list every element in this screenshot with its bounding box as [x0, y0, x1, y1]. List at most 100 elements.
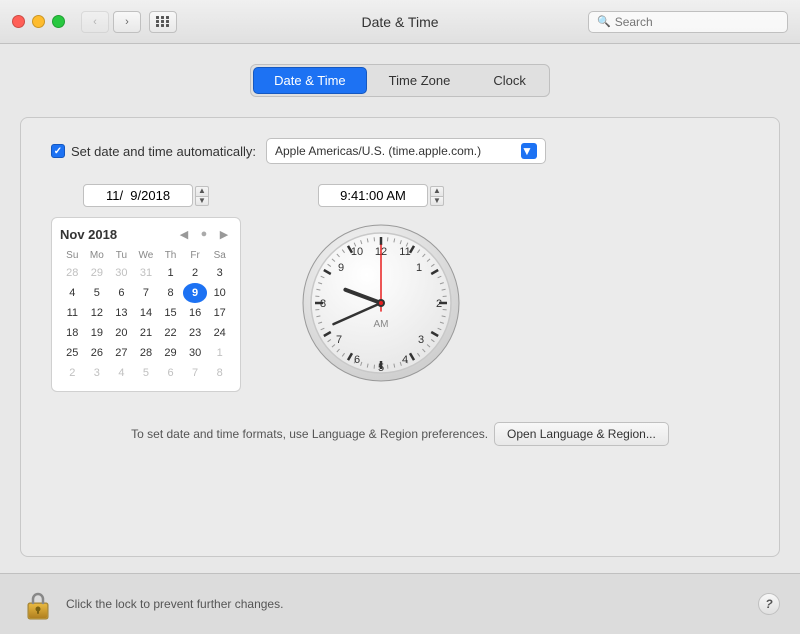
calendar-day[interactable]: 28 [134, 343, 159, 363]
calendar-weekday: Mo [85, 248, 110, 263]
calendar-day[interactable]: 26 [85, 343, 110, 363]
calendar-day[interactable]: 12 [85, 303, 110, 323]
time-increment-button[interactable]: ▲ [430, 186, 444, 196]
window-title: Date & Time [361, 14, 438, 30]
auto-time-checkbox-label: Set date and time automatically: [51, 144, 256, 159]
calendar-day[interactable]: 2 [183, 263, 208, 283]
search-input[interactable] [615, 15, 779, 29]
date-decrement-button[interactable]: ▼ [195, 196, 209, 206]
calendar-day[interactable]: 7 [183, 363, 208, 383]
time-decrement-button[interactable]: ▼ [430, 196, 444, 206]
calendar-day[interactable]: 11 [60, 303, 85, 323]
tab-date-time[interactable]: Date & Time [253, 67, 367, 94]
minimize-button[interactable] [32, 15, 45, 28]
calendar-day[interactable]: 27 [109, 343, 134, 363]
calendar-day[interactable]: 24 [207, 323, 232, 343]
calendar-day[interactable]: 7 [134, 283, 159, 303]
tab-clock[interactable]: Clock [472, 67, 547, 94]
calendar-day[interactable]: 28 [60, 263, 85, 283]
svg-text:10: 10 [351, 246, 363, 258]
calendar-day[interactable]: 6 [158, 363, 183, 383]
calendar-day[interactable]: 29 [158, 343, 183, 363]
nav-buttons: ‹ › [81, 11, 141, 33]
analog-clock: 12 1 2 3 4 5 6 7 8 9 10 11 AM [301, 223, 461, 383]
calendar-nav: ◀ ● ▶ [176, 226, 232, 242]
calendar-title: Nov 2018 [60, 227, 117, 242]
calendar-day[interactable]: 29 [85, 263, 110, 283]
date-increment-button[interactable]: ▲ [195, 186, 209, 196]
calendar-day[interactable]: 14 [134, 303, 159, 323]
calendar: Nov 2018 ◀ ● ▶ SuMoTuWeThFrSa 2829303112… [51, 217, 241, 392]
open-language-region-button[interactable]: Open Language & Region... [494, 422, 669, 446]
calendar-day[interactable]: 5 [134, 363, 159, 383]
calendar-day[interactable]: 15 [158, 303, 183, 323]
language-region-text: To set date and time formats, use Langua… [131, 427, 488, 441]
time-section: ▲ ▼ [301, 184, 461, 383]
date-stepper: ▲ ▼ [195, 186, 209, 206]
calendar-day[interactable]: 20 [109, 323, 134, 343]
calendar-day[interactable]: 8 [158, 283, 183, 303]
calendar-day[interactable]: 17 [207, 303, 232, 323]
calendar-day[interactable]: 3 [207, 263, 232, 283]
calendar-day[interactable]: 1 [158, 263, 183, 283]
lock-icon[interactable] [20, 586, 56, 622]
lock-text: Click the lock to prevent further change… [66, 597, 758, 611]
search-box[interactable]: 🔍 [588, 11, 788, 33]
svg-text:3: 3 [418, 334, 424, 346]
bottom-text-row: To set date and time formats, use Langua… [51, 422, 749, 446]
forward-button[interactable]: › [113, 11, 141, 33]
calendar-day[interactable]: 1 [207, 343, 232, 363]
calendar-prev-button[interactable]: ◀ [176, 226, 192, 242]
svg-text:AM: AM [374, 319, 389, 330]
tab-bar: Date & Time Time Zone Clock [250, 64, 550, 97]
calendar-day[interactable]: 3 [85, 363, 110, 383]
calendar-day[interactable]: 13 [109, 303, 134, 323]
calendar-day[interactable]: 10 [207, 283, 232, 303]
calendar-day[interactable]: 16 [183, 303, 208, 323]
svg-text:6: 6 [354, 354, 360, 366]
svg-text:11: 11 [399, 246, 410, 258]
calendar-day[interactable]: 6 [109, 283, 134, 303]
calendar-day[interactable]: 30 [109, 263, 134, 283]
calendar-day[interactable]: 4 [60, 283, 85, 303]
calendar-day[interactable]: 5 [85, 283, 110, 303]
calendar-day[interactable]: 30 [183, 343, 208, 363]
calendar-day[interactable]: 9 [183, 283, 208, 303]
svg-text:9: 9 [338, 262, 344, 274]
time-input[interactable] [318, 184, 428, 207]
calendar-day[interactable]: 31 [134, 263, 159, 283]
calendar-dot[interactable]: ● [196, 226, 212, 242]
content-area: Date & Time Time Zone Clock Set date and… [0, 44, 800, 573]
calendar-weekday: Th [158, 248, 183, 263]
grid-view-button[interactable] [149, 11, 177, 33]
calendar-day[interactable]: 8 [207, 363, 232, 383]
calendar-day[interactable]: 21 [134, 323, 159, 343]
calendar-weekday: Sa [207, 248, 232, 263]
help-label: ? [765, 597, 772, 611]
date-input-row: ▲ ▼ [83, 184, 209, 207]
auto-time-label: Set date and time automatically: [71, 144, 256, 159]
calendar-day[interactable]: 22 [158, 323, 183, 343]
tab-time-zone[interactable]: Time Zone [368, 67, 472, 94]
maximize-button[interactable] [52, 15, 65, 28]
dropdown-arrow-icon: ▼ [521, 143, 537, 159]
settings-panel: Set date and time automatically: Apple A… [20, 117, 780, 557]
auto-time-checkbox[interactable] [51, 144, 65, 158]
help-button[interactable]: ? [758, 593, 780, 615]
svg-text:5: 5 [378, 362, 384, 374]
tabs-container: Date & Time Time Zone Clock [20, 64, 780, 97]
server-name: Apple Americas/U.S. (time.apple.com.) [275, 144, 521, 158]
calendar-weekday: Su [60, 248, 85, 263]
calendar-next-button[interactable]: ▶ [216, 226, 232, 242]
calendar-day[interactable]: 2 [60, 363, 85, 383]
date-input[interactable] [83, 184, 193, 207]
back-button[interactable]: ‹ [81, 11, 109, 33]
svg-text:7: 7 [336, 334, 342, 346]
calendar-day[interactable]: 23 [183, 323, 208, 343]
calendar-day[interactable]: 18 [60, 323, 85, 343]
time-server-dropdown[interactable]: Apple Americas/U.S. (time.apple.com.) ▼ [266, 138, 546, 164]
calendar-day[interactable]: 4 [109, 363, 134, 383]
calendar-day[interactable]: 19 [85, 323, 110, 343]
close-button[interactable] [12, 15, 25, 28]
calendar-day[interactable]: 25 [60, 343, 85, 363]
